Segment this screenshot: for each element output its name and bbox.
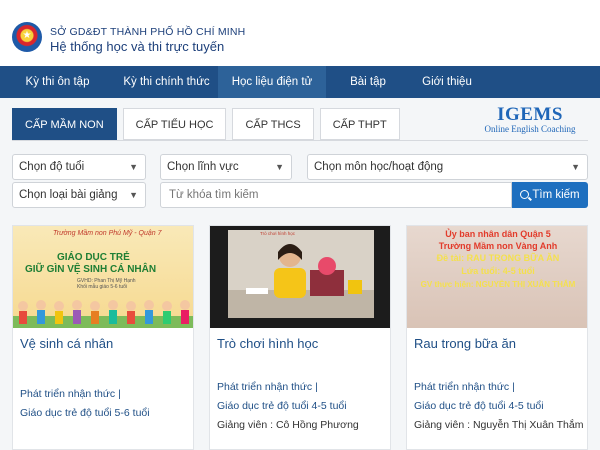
subject-select[interactable]: Chọn môn học/hoạt động ▼ xyxy=(307,154,588,180)
lesson-field-link[interactable]: Phát triển nhận thức | xyxy=(414,381,515,393)
thumb-line: Ủy ban nhân dân Quận 5 xyxy=(445,229,551,239)
lesson-age-link[interactable]: Giáo dục trẻ độ tuổi 4-5 tuổi xyxy=(414,400,544,412)
lesson-teacher: Giảng viên : Cô Hồng Phương xyxy=(217,419,359,431)
chevron-down-icon: ▼ xyxy=(275,162,284,172)
lesson-card[interactable]: Trường Mầm non Phú Mỹ - Quận 7 GIÁO DỤC … xyxy=(12,225,194,450)
keyword-search-input[interactable] xyxy=(160,182,512,208)
field-select[interactable]: Chọn lĩnh vực ▼ xyxy=(160,154,292,180)
lesson-age-link[interactable]: Giáo dục trẻ độ tuổi 5-6 tuổi xyxy=(20,407,150,419)
igems-watermark: IGEMS Online English Coaching xyxy=(480,104,580,134)
age-select-value: Chọn độ tuổi xyxy=(19,161,85,173)
thumb-line: Lứa tuổi: 4-5 tuổi xyxy=(461,266,535,276)
lesson-title[interactable]: Trò chơi hình học xyxy=(217,336,318,351)
search-button-label: Tìm kiếm xyxy=(532,189,580,201)
subject-select-value: Chọn môn học/hoạt động xyxy=(314,161,444,173)
thumb-heading: GIÁO DỤC TRẺ xyxy=(57,252,130,263)
level-tabs: CẤP MẦM NON CẤP TIỂU HỌC CẤP THCS CẤP TH… xyxy=(12,108,400,140)
thumb-school: Trường Mầm non Phú Mỹ - Quận 7 xyxy=(53,230,162,237)
site-title[interactable]: Hệ thống học và thi trực tuyến xyxy=(50,39,224,54)
lesson-card[interactable]: Ủy ban nhân dân Quận 5 Trường Mầm non Và… xyxy=(406,225,588,450)
lesson-type-select[interactable]: Chọn loại bài giảng ▼ xyxy=(12,182,146,208)
main-nav: Kỳ thi ôn tập Kỳ thi chính thức Học liệu… xyxy=(0,66,600,98)
chevron-down-icon: ▼ xyxy=(571,162,580,172)
brand-tagline: Online English Coaching xyxy=(484,124,576,134)
lesson-thumbnail[interactable]: Trường Mầm non Phú Mỹ - Quận 7 GIÁO DỤC … xyxy=(13,226,193,328)
nav-item-official-exams[interactable]: Kỳ thi chính thức xyxy=(115,66,218,98)
age-select[interactable]: Chọn độ tuổi ▼ xyxy=(12,154,146,180)
department-logo-icon[interactable]: ★ xyxy=(12,22,42,52)
nav-item-about[interactable]: Giới thiệu xyxy=(410,66,484,98)
thumb-label: Trò chơi hình học xyxy=(260,231,296,236)
tab-preschool[interactable]: CẤP MẦM NON xyxy=(12,108,117,140)
field-select-value: Chọn lĩnh vực xyxy=(167,161,239,173)
lesson-card[interactable]: Trò chơi hình học Trò chơi hình học Phát… xyxy=(209,225,391,450)
lesson-title[interactable]: Rau trong bữa ăn xyxy=(414,336,516,351)
search-button[interactable]: Tìm kiếm xyxy=(512,182,588,208)
tabs-divider xyxy=(12,140,588,141)
chevron-down-icon: ▼ xyxy=(129,162,138,172)
lesson-field-link[interactable]: Phát triển nhận thức | xyxy=(217,381,318,393)
search-icon xyxy=(520,190,530,199)
brand-name: IGEMS xyxy=(497,104,563,125)
nav-item-review-exams[interactable]: Kỳ thi ôn tập xyxy=(0,66,115,98)
lesson-thumbnail[interactable]: Trò chơi hình học xyxy=(210,226,390,328)
lesson-thumbnail[interactable]: Ủy ban nhân dân Quận 5 Trường Mầm non Và… xyxy=(407,226,587,328)
org-name: SỞ GD&ĐT THÀNH PHỐ HỒ CHÍ MINH xyxy=(50,26,246,38)
nav-item-exercises[interactable]: Bài tập xyxy=(326,66,410,98)
lesson-teacher: Giảng viên : Nguyễn Thị Xuân Thắm xyxy=(414,419,584,431)
lesson-field-link[interactable]: Phát triển nhận thức | xyxy=(20,388,121,400)
teacher-video-frame xyxy=(228,230,374,318)
lesson-type-select-value: Chọn loại bài giảng xyxy=(19,189,118,201)
lesson-age-link[interactable]: Giáo dục trẻ độ tuổi 4-5 tuổi xyxy=(217,400,347,412)
thumb-line: Đề tài: RAU TRONG BỮA ĂN xyxy=(436,253,560,263)
tab-upper-secondary[interactable]: CẤP THPT xyxy=(319,108,400,140)
nav-item-e-learning[interactable]: Học liệu điện tử xyxy=(218,66,326,98)
chevron-down-icon: ▼ xyxy=(129,190,138,200)
thumb-subheading: GIỮ GÌN VỆ SINH CÁ NHÂN xyxy=(25,264,157,275)
thumb-teacher: GVHD: Phan Thị Mỹ Hạnh Khối mẫu giáo 5-6 … xyxy=(77,278,136,290)
lesson-title[interactable]: Vệ sinh cá nhân xyxy=(20,336,113,351)
thumb-line: GV thực hiện: NGUYỄN THỊ XUÂN THẮM xyxy=(420,280,576,289)
tab-primary[interactable]: CẤP TIỂU HỌC xyxy=(122,108,227,140)
thumb-line: Trường Mầm non Vàng Anh xyxy=(438,241,558,251)
tab-lower-secondary[interactable]: CẤP THCS xyxy=(232,108,314,140)
site-header: ★ SỞ GD&ĐT THÀNH PHỐ HỒ CHÍ MINH Hệ thốn… xyxy=(0,0,600,66)
children-illustration xyxy=(13,300,193,328)
